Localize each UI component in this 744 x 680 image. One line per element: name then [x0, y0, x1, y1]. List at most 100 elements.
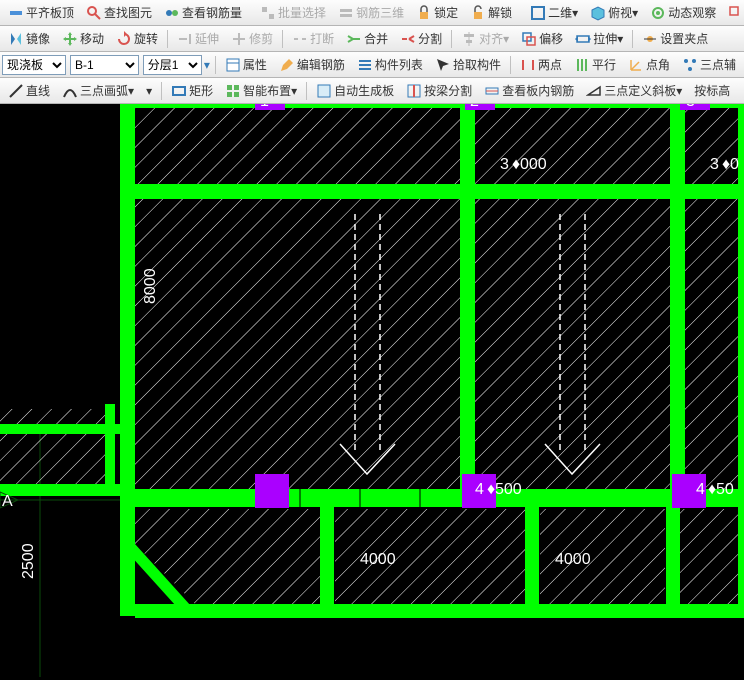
btn-move[interactable]: 移动: [57, 27, 109, 50]
btn-unlock[interactable]: 解锁: [465, 1, 517, 24]
btn-props[interactable]: 属性: [220, 53, 272, 76]
lbl: 属性: [243, 56, 267, 73]
level-icon: [8, 5, 24, 21]
lbl: 点角: [646, 56, 670, 73]
btn-3pt-slope[interactable]: 三点定义斜板 ▾: [581, 79, 687, 102]
btn-break[interactable]: 打断: [287, 27, 339, 50]
lbl: 俯视: [608, 4, 632, 21]
pick-icon: [435, 57, 451, 73]
lbl: 打断: [310, 30, 334, 47]
btn-batch-sel[interactable]: 批量选择: [255, 1, 331, 24]
sel-layer[interactable]: 分层1: [143, 55, 202, 75]
btn-auto-slab[interactable]: 自动生成板: [311, 79, 399, 102]
svg-text:000: 000: [520, 156, 547, 173]
cad-viewport[interactable]: 1 2 3 8000 2500 3♦000 3♦0 4♦500 4♦50 400…: [0, 104, 744, 677]
separator: [282, 30, 283, 48]
offset-icon: [521, 31, 537, 47]
btn-view-slab-rebar[interactable]: 查看板内钢筋: [479, 79, 579, 102]
slab-hatch[interactable]: [0, 104, 744, 604]
btn-pick-comp[interactable]: 拾取构件: [430, 53, 506, 76]
lock-icon: [416, 5, 432, 21]
btn-offset[interactable]: 偏移: [516, 27, 568, 50]
lbl: 查看板内钢筋: [502, 82, 574, 99]
slab-rebar-icon: [484, 83, 500, 99]
zoom-icon: [728, 5, 744, 21]
separator: [451, 30, 452, 48]
btn-dyn-view[interactable]: 动态观察: [645, 1, 721, 24]
layer-browse-icon[interactable]: ▾: [204, 58, 210, 72]
btn-comp-list[interactable]: 构件列表: [352, 53, 428, 76]
lbl: 构件列表: [375, 56, 423, 73]
btn-mirror[interactable]: 镜像: [3, 27, 55, 50]
lbl: 两点: [538, 56, 562, 73]
btn-view-rebar[interactable]: 查看钢筋量: [159, 1, 247, 24]
btn-pt-angle[interactable]: 点角: [623, 53, 675, 76]
toolbar-component: 现浇板 B-1 分层1 ▾ 属性 编辑钢筋 构件列表 拾取构件 两点 平行 点角…: [0, 52, 744, 78]
svg-text:♦: ♦: [512, 156, 520, 173]
beam-split-icon: [406, 83, 422, 99]
btn-smart[interactable]: 智能布置 ▾: [220, 79, 302, 102]
dropdown-arrow: ▾: [503, 32, 509, 46]
3d-icon: [338, 5, 354, 21]
lbl: 移动: [80, 30, 104, 47]
lbl: 自动生成板: [334, 82, 394, 99]
separator: [161, 82, 162, 100]
2d-icon: [530, 5, 546, 21]
btn-line[interactable]: 直线: [3, 79, 55, 102]
lbl: 设置夹点: [660, 30, 708, 47]
svg-text:♦: ♦: [708, 481, 716, 498]
smart-icon: [225, 83, 241, 99]
btn-edit-rebar[interactable]: 编辑钢筋: [274, 53, 350, 76]
btn-top-view[interactable]: 俯视 ▾: [585, 1, 643, 24]
toolbar-edit: 镜像 移动 旋转 延伸 修剪 打断 合并 分割 对齐 ▾ 偏移 拉伸 ▾ 设置夹…: [0, 26, 744, 52]
btn-trim[interactable]: 修剪: [226, 27, 278, 50]
sel-slab-id[interactable]: B-1: [70, 55, 139, 75]
btn-stretch[interactable]: 拉伸 ▾: [570, 27, 628, 50]
svg-text:4: 4: [475, 481, 484, 498]
btn-rect[interactable]: 矩形: [166, 79, 218, 102]
btn-split[interactable]: 分割: [395, 27, 447, 50]
lbl: 三点定义斜板: [604, 82, 676, 99]
btn-arc3[interactable]: 三点画弧 ▾: [57, 79, 139, 102]
btn-rebar-3d[interactable]: 钢筋三维: [333, 1, 409, 24]
btn-set-grip[interactable]: 设置夹点: [637, 27, 713, 50]
btn-two-pt[interactable]: 两点: [515, 53, 567, 76]
parallel-icon: [574, 57, 590, 73]
btn-lock[interactable]: 锁定: [411, 1, 463, 24]
separator: [510, 56, 511, 74]
svg-text:1: 1: [260, 104, 269, 110]
lbl: 解锁: [488, 4, 512, 21]
sel-slab-type[interactable]: 现浇板: [2, 55, 66, 75]
separator: [167, 30, 168, 48]
lbl: 修剪: [249, 30, 273, 47]
btn-partial[interactable]: 局部: [723, 1, 744, 24]
btn-more[interactable]: ▾: [141, 81, 157, 101]
btn-extend[interactable]: 延伸: [172, 27, 224, 50]
btn-find-elem[interactable]: 查找图元: [81, 1, 157, 24]
dropdown-arrow: ▾: [572, 6, 578, 20]
lbl: 平行: [592, 56, 616, 73]
btn-parallel[interactable]: 平行: [569, 53, 621, 76]
btn-align[interactable]: 对齐 ▾: [456, 27, 514, 50]
btn-2d[interactable]: 二维 ▾: [525, 1, 583, 24]
lbl: 智能布置: [243, 82, 291, 99]
btn-three-pt[interactable]: 三点辅: [677, 53, 741, 76]
rebar-icon: [164, 5, 180, 21]
align-icon: [461, 31, 477, 47]
btn-beam-split[interactable]: 按梁分割: [401, 79, 477, 102]
lbl: 分割: [418, 30, 442, 47]
2pt-icon: [520, 57, 536, 73]
list-icon: [357, 57, 373, 73]
toolbar-view: 平齐板顶 查找图元 查看钢筋量 批量选择 钢筋三维 锁定 解锁 二维 ▾ 俯视 …: [0, 0, 744, 26]
batch-icon: [260, 5, 276, 21]
slope-icon: [586, 83, 602, 99]
btn-level-top[interactable]: 平齐板顶: [3, 1, 79, 24]
angle-icon: [628, 57, 644, 73]
btn-by-elev[interactable]: 按标高: [689, 79, 735, 102]
lbl: 矩形: [189, 82, 213, 99]
dropdown-arrow: ▾: [676, 84, 682, 98]
btn-rotate[interactable]: 旋转: [111, 27, 163, 50]
svg-text:0: 0: [730, 156, 739, 173]
btn-merge[interactable]: 合并: [341, 27, 393, 50]
svg-text:A: A: [2, 493, 13, 510]
